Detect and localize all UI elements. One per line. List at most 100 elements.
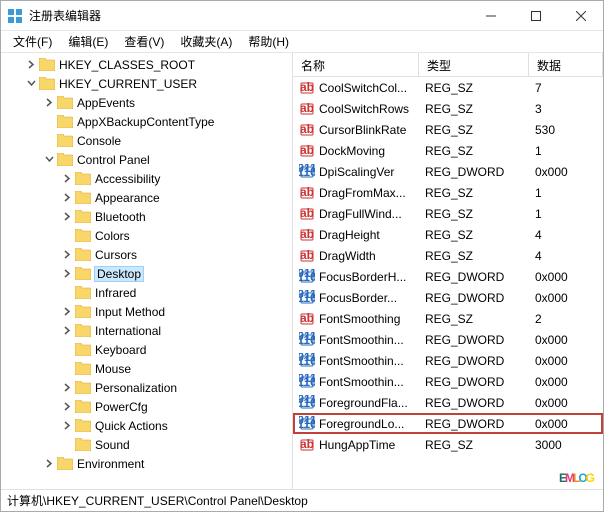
chevron-right-icon[interactable] xyxy=(61,268,73,280)
column-data[interactable]: 数据 xyxy=(529,53,603,76)
tree-node[interactable]: Sound xyxy=(1,435,292,454)
value-type: REG_DWORD xyxy=(419,333,529,347)
tree-node[interactable]: AppEvents xyxy=(1,93,292,112)
value-row[interactable]: abCoolSwitchRowsREG_SZ3 xyxy=(293,98,603,119)
tree-node[interactable]: Input Method xyxy=(1,302,292,321)
folder-icon xyxy=(57,96,73,109)
menu-view[interactable]: 查看(V) xyxy=(116,31,172,52)
chevron-right-icon[interactable] xyxy=(61,211,73,223)
value-name: FontSmoothin... xyxy=(319,333,404,347)
chevron-right-icon[interactable] xyxy=(61,420,73,432)
tree-node[interactable]: Appearance xyxy=(1,188,292,207)
chevron-right-icon[interactable] xyxy=(25,59,37,71)
minimize-button[interactable] xyxy=(468,1,513,30)
value-name: DragWidth xyxy=(319,249,376,263)
value-row[interactable]: 011110ForegroundFla...REG_DWORD0x000 xyxy=(293,392,603,413)
chevron-right-icon[interactable] xyxy=(61,173,73,185)
value-row[interactable]: 011110FocusBorderH...REG_DWORD0x000 xyxy=(293,266,603,287)
value-row[interactable]: abDragFromMax...REG_SZ1 xyxy=(293,182,603,203)
svg-text:110: 110 xyxy=(299,417,315,431)
value-row[interactable]: 011110FontSmoothin...REG_DWORD0x000 xyxy=(293,371,603,392)
tree-node[interactable]: Accessibility xyxy=(1,169,292,188)
tree-node[interactable]: Bluetooth xyxy=(1,207,292,226)
tree-node[interactable]: International xyxy=(1,321,292,340)
list-body[interactable]: abCoolSwitchCol...REG_SZ7abCoolSwitchRow… xyxy=(293,77,603,489)
column-name[interactable]: 名称 xyxy=(293,53,419,76)
folder-icon xyxy=(75,191,91,204)
tree-node[interactable]: Environment xyxy=(1,454,292,473)
maximize-button[interactable] xyxy=(513,1,558,30)
tree-node[interactable]: Personalization xyxy=(1,378,292,397)
folder-icon xyxy=(75,248,91,261)
svg-text:110: 110 xyxy=(299,375,315,389)
tree-panel[interactable]: HKEY_CLASSES_ROOTHKEY_CURRENT_USERAppEve… xyxy=(1,53,293,489)
value-row[interactable]: abDragWidthREG_SZ4 xyxy=(293,245,603,266)
chevron-down-icon[interactable] xyxy=(25,78,37,90)
tree-node-label: Infrared xyxy=(95,286,136,300)
value-data: 7 xyxy=(529,81,603,95)
value-data: 0x000 xyxy=(529,396,603,410)
menu-edit[interactable]: 编辑(E) xyxy=(60,31,116,52)
tree-node[interactable]: HKEY_CURRENT_USER xyxy=(1,74,292,93)
string-value-icon: ab xyxy=(299,143,315,159)
dword-value-icon: 011110 xyxy=(299,374,315,390)
value-type: REG_SZ xyxy=(419,186,529,200)
chevron-right-icon[interactable] xyxy=(61,325,73,337)
tree-node[interactable]: Desktop xyxy=(1,264,292,283)
folder-icon xyxy=(75,362,91,375)
column-type[interactable]: 类型 xyxy=(419,53,529,76)
chevron-right-icon[interactable] xyxy=(61,192,73,204)
menu-help[interactable]: 帮助(H) xyxy=(240,31,297,52)
value-row[interactable]: abFontSmoothingREG_SZ2 xyxy=(293,308,603,329)
value-type: REG_SZ xyxy=(419,123,529,137)
tree-node[interactable]: Colors xyxy=(1,226,292,245)
value-row[interactable]: abDragFullWind...REG_SZ1 xyxy=(293,203,603,224)
window-title: 注册表编辑器 xyxy=(29,7,468,24)
value-row[interactable]: abCursorBlinkRateREG_SZ530 xyxy=(293,119,603,140)
chevron-down-icon[interactable] xyxy=(43,154,55,166)
chevron-right-icon[interactable] xyxy=(61,306,73,318)
tree-node-label: AppXBackupContentType xyxy=(77,115,214,129)
tree-node[interactable]: Console xyxy=(1,131,292,150)
tree-node-label: Colors xyxy=(95,229,130,243)
tree-node[interactable]: Keyboard xyxy=(1,340,292,359)
chevron-right-icon[interactable] xyxy=(61,249,73,261)
value-row[interactable]: abHungAppTimeREG_SZ3000 xyxy=(293,434,603,455)
tree-node[interactable]: Control Panel xyxy=(1,150,292,169)
chevron-right-icon[interactable] xyxy=(43,97,55,109)
menu-favorites[interactable]: 收藏夹(A) xyxy=(172,31,240,52)
tree-node-label: International xyxy=(95,324,161,338)
menu-file[interactable]: 文件(F) xyxy=(5,31,60,52)
value-row[interactable]: 011110FontSmoothin...REG_DWORD0x000 xyxy=(293,350,603,371)
value-row[interactable]: 011110FontSmoothin...REG_DWORD0x000 xyxy=(293,329,603,350)
chevron-right-icon[interactable] xyxy=(43,458,55,470)
tree-node[interactable]: Infrared xyxy=(1,283,292,302)
tree-node-label: Environment xyxy=(77,457,144,471)
value-row[interactable]: 011110ForegroundLo...REG_DWORD0x000 xyxy=(293,413,603,434)
chevron-right-icon[interactable] xyxy=(61,401,73,413)
tree-node[interactable]: Cursors xyxy=(1,245,292,264)
string-value-icon: ab xyxy=(299,227,315,243)
tree-node[interactable]: Quick Actions xyxy=(1,416,292,435)
chevron-right-icon[interactable] xyxy=(61,382,73,394)
value-row[interactable]: abCoolSwitchCol...REG_SZ7 xyxy=(293,77,603,98)
dword-value-icon: 011110 xyxy=(299,416,315,432)
close-button[interactable] xyxy=(558,1,603,30)
folder-icon xyxy=(39,77,55,90)
value-name: ForegroundLo... xyxy=(319,417,404,431)
folder-icon xyxy=(75,229,91,242)
tree-node[interactable]: PowerCfg xyxy=(1,397,292,416)
value-row[interactable]: 011110FocusBorder...REG_DWORD0x000 xyxy=(293,287,603,308)
tree-node[interactable]: Mouse xyxy=(1,359,292,378)
value-row[interactable]: abDockMovingREG_SZ1 xyxy=(293,140,603,161)
svg-text:110: 110 xyxy=(299,165,315,179)
value-row[interactable]: 011110DpiScalingVerREG_DWORD0x000 xyxy=(293,161,603,182)
string-value-icon: ab xyxy=(299,248,315,264)
menubar: 文件(F) 编辑(E) 查看(V) 收藏夹(A) 帮助(H) xyxy=(1,31,603,53)
value-data: 0x000 xyxy=(529,270,603,284)
value-type: REG_SZ xyxy=(419,228,529,242)
tree-node[interactable]: AppXBackupContentType xyxy=(1,112,292,131)
value-row[interactable]: abDragHeightREG_SZ4 xyxy=(293,224,603,245)
tree-node-label: Console xyxy=(77,134,121,148)
tree-node[interactable]: HKEY_CLASSES_ROOT xyxy=(1,55,292,74)
